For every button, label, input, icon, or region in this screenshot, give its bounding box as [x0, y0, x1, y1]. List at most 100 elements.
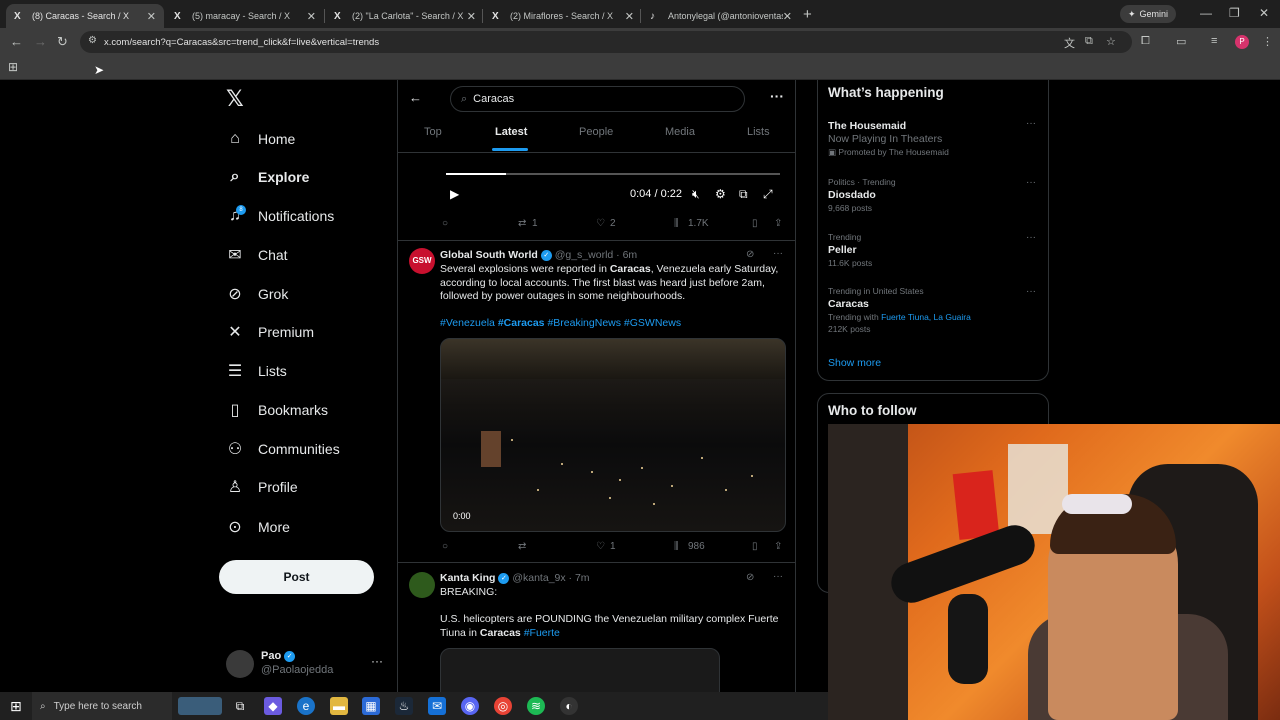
- file-explorer-icon[interactable]: ▬: [330, 697, 348, 715]
- site-info-icon[interactable]: ⚙: [88, 35, 97, 46]
- back-arrow-icon[interactable]: ←: [409, 90, 422, 105]
- settings-gear-icon[interactable]: ⚙: [715, 187, 726, 201]
- translate-icon[interactable]: 文: [1064, 35, 1075, 51]
- tweet-video[interactable]: 0:00: [440, 338, 786, 532]
- gemini-button[interactable]: ✦ Gemini: [1120, 5, 1177, 23]
- more-dots-icon[interactable]: ···: [1026, 232, 1036, 243]
- repost-icon[interactable]: ⇄: [518, 218, 526, 229]
- trend-related-links[interactable]: Fuerte Tiuna, La Guaira: [881, 312, 971, 322]
- browser-tab-antonylegal[interactable]: ♪ Antonylegal (@antonioventas1) ✕: [642, 4, 800, 28]
- avatar[interactable]: [409, 572, 435, 598]
- store-icon[interactable]: ▦: [362, 697, 380, 715]
- nav-grok[interactable]: ⊘ Grok: [226, 279, 288, 309]
- copilot-icon[interactable]: ◆: [264, 697, 282, 715]
- search-options-icon[interactable]: ···: [770, 88, 784, 104]
- reply-icon[interactable]: ○: [442, 541, 448, 552]
- hashtag-link[interactable]: #GSWNews: [624, 317, 681, 329]
- pip-icon[interactable]: ⧉: [739, 187, 748, 202]
- task-view-icon[interactable]: ⧉: [231, 697, 249, 715]
- like-icon[interactable]: ♡: [596, 218, 605, 229]
- back-icon[interactable]: ←: [10, 34, 23, 49]
- close-tab-icon[interactable]: ✕: [147, 10, 156, 23]
- close-tab-icon[interactable]: ✕: [467, 10, 476, 23]
- tab-lists[interactable]: Lists: [747, 126, 770, 138]
- close-tab-icon[interactable]: ✕: [625, 10, 634, 23]
- minimize-icon[interactable]: —: [1200, 6, 1212, 20]
- more-dots-icon[interactable]: ···: [1026, 286, 1036, 297]
- search-input[interactable]: ⌕ Caracas: [450, 86, 745, 112]
- edge-icon[interactable]: e: [297, 697, 315, 715]
- nav-explore[interactable]: ⌕ Explore: [226, 162, 310, 192]
- hashtag-link[interactable]: #Fuerte: [524, 627, 560, 639]
- play-icon[interactable]: ▶: [450, 187, 459, 201]
- nav-lists[interactable]: ☰ Lists: [226, 356, 287, 386]
- split-view-icon[interactable]: ▭: [1176, 35, 1186, 48]
- close-window-icon[interactable]: ✕: [1259, 6, 1269, 20]
- account-switcher[interactable]: Pao ✓ @Paolaojedda ···: [226, 648, 386, 682]
- forward-icon[interactable]: →: [34, 34, 47, 49]
- close-tab-icon[interactable]: ✕: [783, 10, 792, 23]
- grok-actions-icon[interactable]: ⊘: [746, 572, 754, 583]
- hashtag-link[interactable]: #Venezuela: [440, 317, 495, 329]
- video-player-controls[interactable]: ▶ 0:04 / 0:22 🔇︎ ⚙ ⧉ ⤢: [440, 153, 786, 213]
- bookmark-icon[interactable]: ▯: [752, 541, 758, 552]
- trend-item[interactable]: Politics · Trending Diosdado 9,668 posts…: [828, 177, 1040, 213]
- views-icon[interactable]: ⫼: [674, 541, 679, 552]
- tab-top[interactable]: Top: [424, 126, 442, 138]
- chrome-menu-icon[interactable]: ⋮: [1262, 35, 1273, 48]
- x-logo-icon[interactable]: 𝕏: [226, 86, 244, 112]
- steam-icon[interactable]: ♨: [395, 697, 413, 715]
- video-seek-bar[interactable]: [446, 173, 780, 175]
- hashtag-link[interactable]: #Caracas: [498, 317, 545, 329]
- grok-actions-icon[interactable]: ⊘: [746, 249, 754, 260]
- more-dots-icon[interactable]: ···: [1026, 177, 1036, 188]
- bookmark-star-icon[interactable]: ☆: [1106, 35, 1116, 48]
- nav-chat[interactable]: ✉ Chat: [226, 240, 287, 270]
- nav-premium[interactable]: ✕ Premium: [226, 317, 314, 347]
- reload-icon[interactable]: ↻: [57, 34, 68, 50]
- trend-item[interactable]: Trending in United States Caracas Trendi…: [828, 286, 1040, 334]
- mail-app-icon[interactable]: ✉: [428, 697, 446, 715]
- more-dots-icon[interactable]: ···: [773, 248, 783, 259]
- avatar[interactable]: GSW: [409, 248, 435, 274]
- extensions-icon[interactable]: ⧠: [1141, 35, 1150, 48]
- repost-icon[interactable]: ⇄: [518, 541, 526, 552]
- tab-latest[interactable]: Latest: [495, 126, 527, 138]
- browser-tab-caracas[interactable]: X (8) Caracas - Search / X ✕: [6, 4, 164, 28]
- taskbar-search[interactable]: ⌕ Type here to search: [32, 692, 172, 720]
- restore-icon[interactable]: ❐: [1229, 6, 1240, 20]
- views-icon[interactable]: ⫼: [674, 218, 679, 229]
- hashtag-link[interactable]: #BreakingNews: [547, 317, 621, 329]
- search-highlight-icon[interactable]: [178, 697, 222, 715]
- share-icon[interactable]: ⇪: [774, 541, 782, 552]
- tab-media[interactable]: Media: [665, 126, 695, 138]
- tab-people[interactable]: People: [579, 126, 613, 138]
- mute-icon[interactable]: 🔇︎: [692, 187, 700, 202]
- close-tab-icon[interactable]: ✕: [307, 10, 316, 23]
- media-controls-icon[interactable]: ≡: [1211, 35, 1217, 47]
- bookmark-icon[interactable]: ▯: [752, 218, 758, 229]
- more-dots-icon[interactable]: ···: [773, 571, 783, 582]
- obs-icon[interactable]: ◐: [560, 697, 578, 715]
- nav-home[interactable]: ⌂ Home: [226, 124, 295, 154]
- reply-icon[interactable]: ○: [442, 218, 448, 229]
- profile-avatar[interactable]: P: [1235, 35, 1249, 49]
- browser-tab-miraflores[interactable]: X (2) Miraflores - Search / X ✕: [484, 4, 642, 28]
- spotify-icon[interactable]: ≋: [527, 697, 545, 715]
- windows-start-icon[interactable]: ⊞: [10, 698, 22, 715]
- chrome-icon[interactable]: ◎: [494, 697, 512, 715]
- tweet-author[interactable]: Global South World ✓ @g_s_world · 6m: [440, 249, 637, 261]
- trend-item[interactable]: Trending Peller 11.6K posts ···: [828, 232, 1040, 268]
- install-app-icon[interactable]: ⧉: [1085, 35, 1093, 48]
- nav-profile[interactable]: ♙ Profile: [226, 472, 298, 502]
- tweet-author[interactable]: Kanta King ✓ @kanta_9x · 7m: [440, 572, 590, 584]
- apps-grid-icon[interactable]: ⊞: [8, 60, 18, 74]
- show-more-link[interactable]: Show more: [828, 357, 881, 369]
- fullscreen-icon[interactable]: ⤢: [763, 187, 773, 202]
- nav-bookmarks[interactable]: ▯ Bookmarks: [226, 395, 328, 425]
- address-bar[interactable]: ⚙ x.com/search?q=Caracas&src=trend_click…: [80, 31, 1132, 53]
- post-button[interactable]: Post: [219, 560, 374, 594]
- browser-tab-maracay[interactable]: X (5) maracay - Search / X ✕: [166, 4, 324, 28]
- trend-item[interactable]: The Housemaid Now Playing In Theaters ▣ …: [828, 118, 1040, 158]
- browser-tab-la-carlota[interactable]: X (2) "La Carlota" - Search / X ✕: [326, 4, 484, 28]
